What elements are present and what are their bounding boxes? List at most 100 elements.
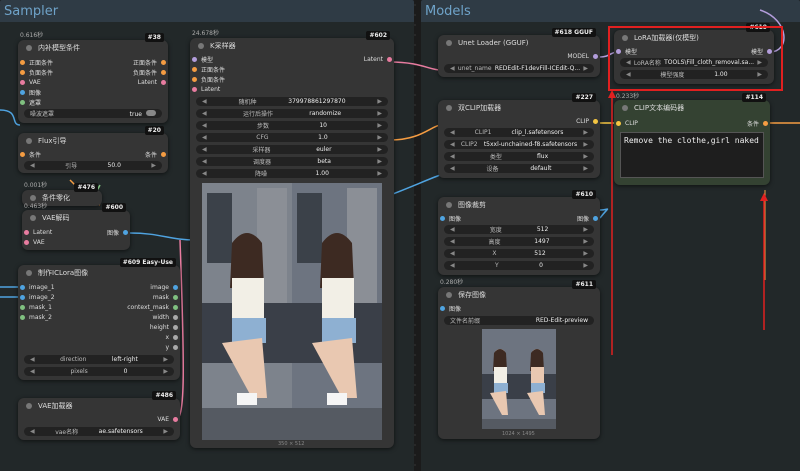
- input-slot[interactable]: 图像: [20, 88, 41, 97]
- increment-arrow-icon[interactable]: ▶: [583, 238, 588, 245]
- cfg-field[interactable]: ◀ CFG 1.0 ▶: [196, 133, 388, 142]
- increment-arrow-icon[interactable]: ▶: [583, 65, 588, 72]
- increment-arrow-icon[interactable]: ▶: [583, 250, 588, 257]
- increment-arrow-icon[interactable]: ▶: [377, 134, 382, 141]
- output-slot[interactable]: 图像: [107, 228, 128, 237]
- input-pin-icon[interactable]: [20, 285, 25, 290]
- increment-arrow-icon[interactable]: ▶: [163, 356, 168, 363]
- input-slot[interactable]: 负面条件: [20, 68, 53, 77]
- output-slot[interactable]: 图像: [577, 214, 598, 223]
- output-pin-icon[interactable]: [173, 315, 178, 320]
- node-title[interactable]: Unet Loader (GGUF): [438, 35, 600, 51]
- node-title[interactable]: 内补模型条件: [18, 40, 168, 56]
- output-slot[interactable]: 条件: [145, 150, 166, 159]
- input-slot[interactable]: CLIP: [616, 119, 638, 128]
- output-slot[interactable]: height: [150, 323, 178, 332]
- increment-arrow-icon[interactable]: ▶: [377, 98, 382, 105]
- increment-arrow-icon[interactable]: ▶: [377, 110, 382, 117]
- crop-width-field[interactable]: ◀ 宽度 512 ▶: [444, 225, 594, 234]
- node-title[interactable]: VAE加载器: [18, 398, 180, 414]
- prompt-textarea[interactable]: Remove the clothe,girl naked: [620, 132, 764, 178]
- output-slot[interactable]: MODEL: [567, 52, 598, 61]
- node-title[interactable]: CLIP文本编码器: [614, 100, 770, 116]
- input-pin-icon[interactable]: [440, 216, 445, 221]
- decrement-arrow-icon[interactable]: ◀: [450, 226, 455, 233]
- group-sampler-title[interactable]: Sampler: [4, 4, 58, 19]
- decrement-arrow-icon[interactable]: ◀: [30, 356, 35, 363]
- output-pin-icon[interactable]: [173, 295, 178, 300]
- output-pin-icon[interactable]: [763, 121, 768, 126]
- crop-y-field[interactable]: ◀ Y 0 ▶: [444, 261, 594, 270]
- input-pin-icon[interactable]: [192, 77, 197, 82]
- input-slot[interactable]: 图像: [440, 304, 461, 313]
- input-pin-icon[interactable]: [20, 315, 25, 320]
- input-pin-icon[interactable]: [192, 67, 197, 72]
- decrement-arrow-icon[interactable]: ◀: [30, 162, 35, 169]
- output-pin-icon[interactable]: [173, 285, 178, 290]
- collapse-dot-icon[interactable]: [26, 138, 32, 144]
- node-title[interactable]: 双CLIP加载器: [438, 100, 600, 116]
- output-slot[interactable]: y: [165, 343, 178, 352]
- decrement-arrow-icon[interactable]: ◀: [450, 65, 455, 72]
- increment-arrow-icon[interactable]: ▶: [377, 170, 382, 177]
- node-vae-loader[interactable]: #486 VAE加载器 VAE ◀ vae名称 ae.safetensors ▶: [18, 391, 180, 440]
- decrement-arrow-icon[interactable]: ◀: [450, 250, 455, 257]
- node-vae-decode[interactable]: 0.463秒 #600 VAE解码 Latent VAE 图像: [22, 203, 130, 250]
- input-slot[interactable]: image_1: [20, 283, 55, 292]
- clip1-select[interactable]: ◀ CLIP1 clip_l.safetensors ▶: [444, 128, 594, 137]
- collapse-dot-icon[interactable]: [446, 105, 452, 111]
- decrement-arrow-icon[interactable]: ◀: [450, 141, 455, 148]
- steps-field[interactable]: ◀ 步数 10 ▶: [196, 121, 388, 130]
- output-slot[interactable]: VAE: [157, 415, 178, 424]
- input-pin-icon[interactable]: [616, 121, 621, 126]
- output-slot[interactable]: CLIP: [576, 117, 598, 126]
- node-inpaint-conditioning[interactable]: 0.616秒 #38 内补模型条件 正面条件 负面条件 VAE 图像 遮罩 正面…: [18, 32, 168, 123]
- input-slot[interactable]: 遮罩: [20, 98, 41, 107]
- scheduler-select[interactable]: ◀ 调度器 beta ▶: [196, 157, 388, 166]
- noise-mask-toggle[interactable]: 噪波遮罩 true: [24, 109, 162, 118]
- seed-field[interactable]: ◀ 随机种 379978861297870 ▶: [196, 97, 388, 106]
- node-ksampler[interactable]: 24.678秒 #602 K采样器 模型 正面条件 负面条件 Latent La…: [190, 30, 394, 448]
- node-dual-clip-loader[interactable]: #227 双CLIP加载器 CLIP ◀ CLIP1 clip_l.safetens…: [438, 93, 600, 178]
- decrement-arrow-icon[interactable]: ◀: [450, 165, 455, 172]
- node-title[interactable]: 制作ICLora图像: [18, 265, 180, 281]
- output-slot[interactable]: 负面条件: [133, 68, 166, 77]
- node-clip-text-encode[interactable]: 0.233秒 #114 CLIP文本编码器 CLIP 条件 Remove the…: [614, 93, 770, 185]
- increment-arrow-icon[interactable]: ▶: [583, 165, 588, 172]
- output-pin-icon[interactable]: [387, 57, 392, 62]
- output-pin-icon[interactable]: [161, 80, 166, 85]
- output-slot[interactable]: Latent: [364, 55, 392, 64]
- input-slot[interactable]: 正面条件: [192, 65, 225, 74]
- guidance-field[interactable]: ◀ 引导 50.0 ▶: [24, 161, 162, 170]
- increment-arrow-icon[interactable]: ▶: [377, 146, 382, 153]
- sampler-select[interactable]: ◀ 采样器 euler ▶: [196, 145, 388, 154]
- decrement-arrow-icon[interactable]: ◀: [202, 134, 207, 141]
- node-save-image[interactable]: 0.280秒 #611 保存图像 图像 文件名前缀 RED-Edit-previe…: [438, 279, 600, 439]
- unet-name-select[interactable]: ◀ unet_name REDEdit-F1devFill-ICEdit-Q... ▶: [444, 64, 594, 73]
- input-pin-icon[interactable]: [20, 305, 25, 310]
- decrement-arrow-icon[interactable]: ◀: [202, 170, 207, 177]
- input-slot[interactable]: Latent: [192, 85, 220, 94]
- increment-arrow-icon[interactable]: ▶: [583, 129, 588, 136]
- node-flux-guidance[interactable]: #20 Flux引导 条件 条件 ◀ 引导 50.0 ▶: [18, 126, 168, 173]
- decrement-arrow-icon[interactable]: ◀: [450, 129, 455, 136]
- clip-type-select[interactable]: ◀ 类型 flux ▶: [444, 152, 594, 161]
- input-slot[interactable]: VAE: [24, 238, 45, 247]
- input-slot[interactable]: VAE: [20, 78, 41, 87]
- device-select[interactable]: ◀ 设备 default ▶: [444, 164, 594, 173]
- output-pin-icon[interactable]: [173, 345, 178, 350]
- output-pin-icon[interactable]: [593, 216, 598, 221]
- input-slot[interactable]: 正面条件: [20, 58, 53, 67]
- input-pin-icon[interactable]: [20, 70, 25, 75]
- output-slot[interactable]: context_mask: [127, 303, 178, 312]
- increment-arrow-icon[interactable]: ▶: [583, 226, 588, 233]
- output-slot[interactable]: 正面条件: [133, 58, 166, 67]
- collapse-dot-icon[interactable]: [622, 105, 628, 111]
- output-pin-icon[interactable]: [173, 417, 178, 422]
- increment-arrow-icon[interactable]: ▶: [583, 141, 588, 148]
- output-pin-icon[interactable]: [173, 325, 178, 330]
- increment-arrow-icon[interactable]: ▶: [583, 153, 588, 160]
- input-slot[interactable]: 条件: [20, 150, 41, 159]
- decrement-arrow-icon[interactable]: ◀: [450, 238, 455, 245]
- control-after-generate-select[interactable]: ◀ 运行后操作 randomize ▶: [196, 109, 388, 118]
